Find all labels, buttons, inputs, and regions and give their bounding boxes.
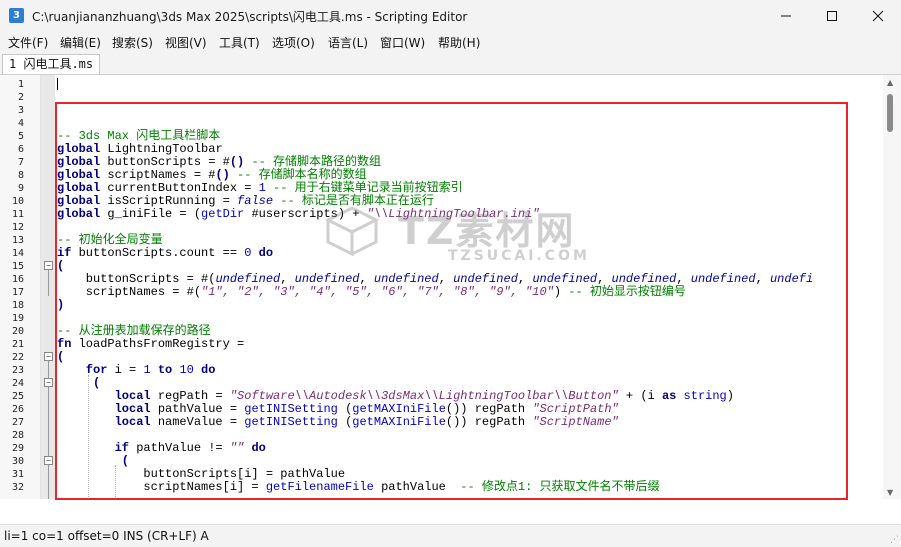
tab-strip: 1 闪电工具.ms bbox=[0, 52, 901, 75]
menu-edit[interactable]: 编辑(E) bbox=[60, 34, 101, 51]
menu-tools[interactable]: 工具(T) bbox=[219, 34, 260, 51]
line-number: 28 bbox=[11, 430, 24, 441]
window-title: C:\ruanjiananzhuang\3ds Max 2025\scripts… bbox=[32, 10, 468, 24]
line-number: 17 bbox=[11, 287, 24, 298]
scroll-down-icon[interactable]: ▼ bbox=[887, 488, 893, 497]
line-number: 6 bbox=[17, 144, 24, 155]
line-number: 24 bbox=[11, 378, 24, 389]
line-number: 29 bbox=[11, 443, 24, 454]
line-number: 22 bbox=[11, 352, 24, 363]
menu-language[interactable]: 语言(L) bbox=[328, 34, 368, 51]
fold-toggle-icon[interactable]: − bbox=[44, 456, 53, 465]
fold-line bbox=[48, 270, 49, 296]
line-number: 9 bbox=[17, 183, 24, 194]
close-button[interactable] bbox=[855, 0, 901, 32]
line-number: 26 bbox=[11, 404, 24, 415]
line-number: 10 bbox=[11, 196, 24, 207]
highlight-box bbox=[55, 102, 848, 500]
scrollbar-thumb[interactable] bbox=[887, 94, 893, 132]
line-number: 12 bbox=[11, 222, 24, 233]
minimize-icon bbox=[781, 15, 791, 17]
menu-bar: 文件(F) 编辑(E) 搜索(S) 视图(V) 工具(T) 选项(O) 语言(L… bbox=[0, 32, 901, 52]
line-number: 25 bbox=[11, 391, 24, 402]
line-number: 4 bbox=[17, 118, 24, 129]
line-number: 8 bbox=[17, 170, 24, 181]
fold-toggle-icon[interactable]: − bbox=[44, 261, 53, 270]
tab-file[interactable]: 1 闪电工具.ms bbox=[2, 54, 101, 74]
resize-grip-icon[interactable]: ⋰ bbox=[890, 535, 899, 545]
line-number: 1 bbox=[17, 79, 24, 90]
line-number: 13 bbox=[11, 235, 24, 246]
line-number: 31 bbox=[11, 469, 24, 480]
line-number: 7 bbox=[17, 157, 24, 168]
close-icon bbox=[872, 10, 884, 22]
line-number: 16 bbox=[11, 274, 24, 285]
line-number: 2 bbox=[17, 92, 24, 103]
line-number: 5 bbox=[17, 131, 24, 142]
menu-window[interactable]: 窗口(W) bbox=[380, 34, 425, 51]
line-number: 3 bbox=[17, 105, 24, 116]
text-caret bbox=[57, 78, 58, 90]
title-bar: 3 C:\ruanjiananzhuang\3ds Max 2025\scrip… bbox=[0, 0, 901, 32]
app-icon: 3 bbox=[9, 8, 24, 23]
line-number: 19 bbox=[11, 313, 24, 324]
status-bar: li=1 co=1 offset=0 INS (CR+LF) A ⋰ bbox=[0, 524, 901, 547]
minimize-button[interactable] bbox=[763, 0, 809, 32]
menu-file[interactable]: 文件(F) bbox=[8, 34, 48, 51]
line-number: 21 bbox=[11, 339, 24, 350]
line-number: 27 bbox=[11, 417, 24, 428]
maximize-icon bbox=[827, 11, 837, 21]
menu-options[interactable]: 选项(O) bbox=[272, 34, 315, 51]
line-number-gutter: 1 2 3 4 5 6 7 8 9 10 11 12 13 14 15 16 17 18 19 20 21 22 23 24 2… bbox=[0, 75, 41, 499]
menu-search[interactable]: 搜索(S) bbox=[112, 34, 153, 51]
line-number: 30 bbox=[11, 456, 24, 467]
menu-view[interactable]: 视图(V) bbox=[165, 34, 207, 51]
line-number: 20 bbox=[11, 326, 24, 337]
scroll-up-icon[interactable]: ▲ bbox=[887, 78, 893, 87]
line-number: 18 bbox=[11, 300, 24, 311]
line-number: 14 bbox=[11, 248, 24, 259]
status-text: li=1 co=1 offset=0 INS (CR+LF) A bbox=[4, 529, 209, 543]
line-number: 32 bbox=[11, 482, 24, 493]
line-number: 15 bbox=[11, 261, 24, 272]
menu-help[interactable]: 帮助(H) bbox=[438, 34, 480, 51]
fold-toggle-icon[interactable]: − bbox=[44, 378, 53, 387]
line-number: 23 bbox=[11, 365, 24, 376]
line-number: 11 bbox=[11, 209, 24, 220]
maximize-button[interactable] bbox=[809, 0, 855, 32]
fold-toggle-icon[interactable]: − bbox=[44, 352, 53, 361]
vertical-scrollbar[interactable] bbox=[883, 75, 901, 499]
